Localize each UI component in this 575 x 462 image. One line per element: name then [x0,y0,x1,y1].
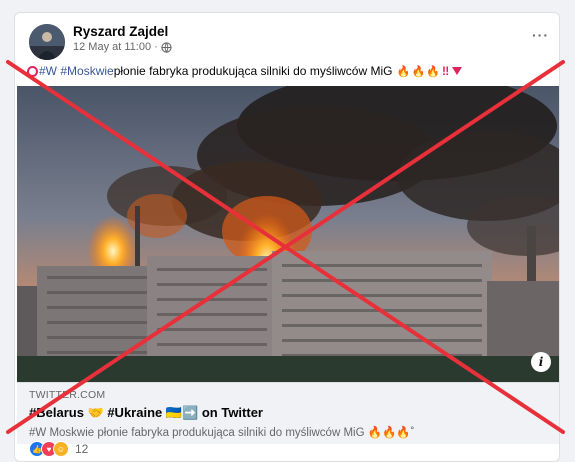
red-circle-icon [27,65,38,77]
info-icon[interactable]: i [531,352,551,372]
hashtag-link[interactable]: #W [39,64,57,78]
factory-fire-image [17,86,559,382]
fire-icon: 🔥 [411,65,426,78]
post-body-text: płonie fabryka produkująca silniki do my… [113,64,393,78]
post-photo[interactable]: i [17,86,559,382]
avatar[interactable] [29,24,65,60]
facebook-post-card: Ryszard Zajdel 12 May at 11:00 · ··· #W … [14,12,560,462]
post-timestamp[interactable]: 12 May at 11:00 [73,41,151,53]
double-exclamation-icon: ‼ [441,64,450,78]
post-meta: 12 May at 11:00 · [73,41,172,53]
meta-separator: · [154,41,158,53]
fire-icon: 🔥 [396,65,411,78]
reaction-count: 12 [75,442,89,456]
globe-icon [161,41,172,53]
link-description: #W Moskwie płonie fabryka produkująca si… [29,427,415,439]
haha-icon: ☺ [53,441,69,457]
avatar-image [29,24,65,60]
fire-icon: 🔥 [426,65,440,78]
reaction-summary[interactable]: 👍 ♥ ☺ 12 [29,441,88,457]
author-name[interactable]: Ryszard Zajdel [73,24,168,39]
post-text: #W #Moskwie płonie fabryka produkująca s… [27,64,463,78]
red-triangle-down-icon [452,67,463,75]
link-preview[interactable]: TWITTER.COM #Belarus 🤝 #Ukraine 🇺🇦➡️ on … [17,382,559,444]
hashtag-link[interactable]: #Moskwie [60,64,113,78]
more-options-button[interactable]: ··· [532,27,549,43]
link-domain: TWITTER.COM [29,389,106,401]
link-title[interactable]: #Belarus 🤝 #Ukraine 🇺🇦➡️ on Twitter [29,405,263,421]
